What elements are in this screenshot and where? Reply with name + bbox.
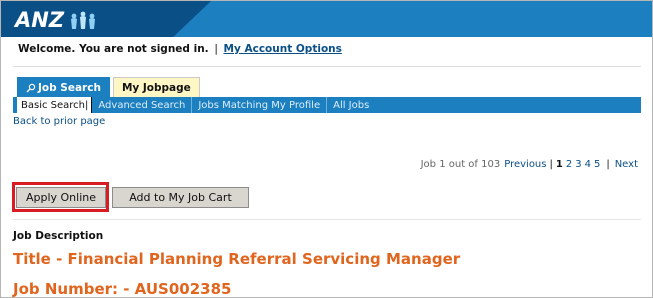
header-divider bbox=[13, 66, 641, 67]
pager-next-separator: | bbox=[606, 159, 610, 170]
search-icon bbox=[26, 83, 36, 92]
job-description-label: Job Description bbox=[13, 230, 104, 242]
subnav-advanced-search[interactable]: Advanced Search bbox=[92, 97, 193, 113]
brand-banner: ANZ bbox=[1, 1, 652, 37]
main-tabs: Job Search My Jobpage bbox=[17, 77, 203, 97]
job-title: Title - Financial Planning Referral Serv… bbox=[13, 250, 461, 268]
subnav-all-jobs[interactable]: All Jobs bbox=[327, 97, 375, 113]
add-to-job-cart-button[interactable]: Add to My Job Cart bbox=[112, 187, 249, 208]
job-pager: Job 1 out of 103 Previous | 1 2 3 4 5 | … bbox=[421, 159, 638, 170]
pager-next[interactable]: Next bbox=[615, 159, 638, 170]
subnav-jobs-matching-profile[interactable]: Jobs Matching My Profile bbox=[192, 97, 328, 113]
job-number: Job Number: - AUS002385 bbox=[13, 280, 232, 298]
pager-page-3[interactable]: 3 bbox=[575, 159, 581, 170]
pager-previous[interactable]: Previous bbox=[504, 159, 546, 170]
anz-people-icon bbox=[71, 11, 96, 29]
my-account-options-link[interactable]: My Account Options bbox=[224, 43, 342, 55]
apply-online-button[interactable]: Apply Online bbox=[16, 187, 106, 208]
pager-page-5[interactable]: 5 bbox=[594, 159, 600, 170]
subnav-basic-search[interactable]: Basic Search | bbox=[17, 97, 93, 113]
pager-separator: | bbox=[549, 159, 553, 170]
pager-page-1[interactable]: 1 bbox=[556, 159, 563, 170]
page-frame: ANZ Welcome. You are not signed in. | My… bbox=[0, 0, 653, 298]
pager-page-2[interactable]: 2 bbox=[566, 159, 572, 170]
tab-job-search[interactable]: Job Search bbox=[17, 77, 110, 97]
back-to-prior-page-link[interactable]: Back to prior page bbox=[13, 116, 105, 127]
tab-my-jobpage-label: My Jobpage bbox=[121, 81, 191, 94]
action-divider bbox=[13, 219, 641, 220]
welcome-separator: | bbox=[214, 43, 218, 55]
logo-text: ANZ bbox=[15, 8, 65, 32]
tab-job-search-label: Job Search bbox=[38, 81, 101, 94]
welcome-line: Welcome. You are not signed in. | My Acc… bbox=[18, 43, 342, 55]
pager-status: Job 1 out of 103 bbox=[420, 159, 501, 170]
subnav-basic-search-label: Basic Search bbox=[21, 99, 86, 111]
search-subnav: Basic Search | Advanced Search Jobs Matc… bbox=[13, 97, 641, 113]
welcome-message: Welcome. You are not signed in. bbox=[18, 43, 209, 55]
tab-my-jobpage[interactable]: My Jobpage bbox=[112, 77, 200, 97]
subnav-basic-search-separator: | bbox=[85, 99, 89, 111]
anz-logo: ANZ bbox=[15, 8, 99, 32]
pager-page-4[interactable]: 4 bbox=[585, 159, 591, 170]
